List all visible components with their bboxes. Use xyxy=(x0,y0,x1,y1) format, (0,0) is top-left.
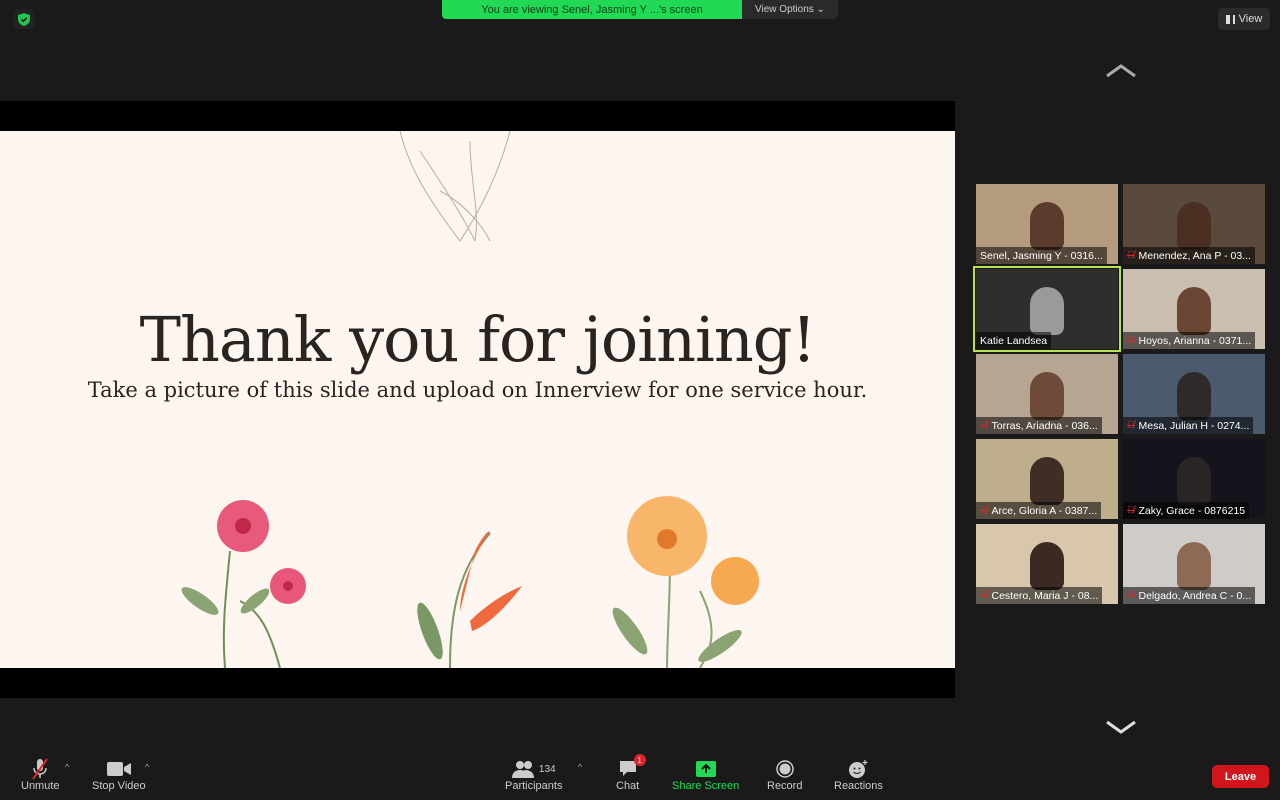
participant-count: 134 xyxy=(538,763,556,775)
view-label: View xyxy=(1238,13,1263,25)
muted-microphone-icon: 🎙̸ xyxy=(1127,590,1135,601)
chat-icon: 1 xyxy=(618,754,646,780)
chat-badge: 1 xyxy=(633,754,646,766)
participant-video xyxy=(1030,372,1064,420)
participant-name-label: Senel, Jasming Y - 0316... xyxy=(976,247,1107,264)
participant-name: Mesa, Julian H - 0274... xyxy=(1138,419,1250,432)
shared-screen: Thank you for joining! Take a picture of… xyxy=(0,101,955,698)
participant-tile[interactable]: 🎙̸ Hoyos, Arianna - 0371... xyxy=(1123,269,1265,349)
slide-subtitle: Take a picture of this slide and upload … xyxy=(87,378,868,402)
participants-button[interactable]: 134 Participants xyxy=(505,758,562,792)
participant-name: Senel, Jasming Y - 0316... xyxy=(980,249,1103,262)
reactions-label: Reactions xyxy=(834,780,883,792)
chevron-up-icon[interactable] xyxy=(1105,64,1137,78)
participant-name: Menendez, Ana P - 03... xyxy=(1138,249,1251,262)
share-screen-label: Share Screen xyxy=(672,780,740,792)
video-camera-icon xyxy=(106,758,131,780)
participant-tile[interactable]: 🎙̸ Cestero, Maria J - 08... xyxy=(976,524,1118,604)
presentation-slide: Thank you for joining! Take a picture of… xyxy=(0,131,955,668)
participant-name-label: 🎙̸ Torras, Ariadna - 036... xyxy=(976,417,1102,434)
security-shield-icon[interactable] xyxy=(14,9,34,29)
participant-tile[interactable]: 🎙̸ Arce, Gloria A - 0387... xyxy=(976,439,1118,519)
participants-icon xyxy=(511,761,534,778)
participant-tile[interactable]: 🎙̸ Zaky, Grace - 0876215 xyxy=(1123,439,1265,519)
meeting-toolbar: Unmute ^ Stop Video ^ 134 Participants ^… xyxy=(0,752,1280,800)
view-button[interactable]: View xyxy=(1218,8,1270,30)
share-screen-button[interactable]: Share Screen xyxy=(672,758,739,792)
chat-label: Chat xyxy=(616,780,640,792)
muted-microphone-icon: 🎙̸ xyxy=(1127,420,1135,431)
participant-tile[interactable]: 🎙̸ Delgado, Andrea C - 0... xyxy=(1123,524,1265,604)
participant-name-label: 🎙̸ Delgado, Andrea C - 0... xyxy=(1123,587,1256,604)
participant-video xyxy=(1177,372,1211,420)
video-options-caret[interactable]: ^ xyxy=(145,762,149,772)
participant-name-label: 🎙̸ Cestero, Maria J - 08... xyxy=(976,587,1103,604)
unmute-button[interactable]: Unmute xyxy=(21,758,60,792)
chevron-down-icon: ⌄ xyxy=(813,4,825,15)
record-label: Record xyxy=(767,780,803,792)
participants-options-caret[interactable]: ^ xyxy=(578,762,582,772)
participant-video xyxy=(1030,457,1064,505)
stop-video-label: Stop Video xyxy=(92,780,146,792)
participant-name: Torras, Ariadna - 036... xyxy=(991,419,1098,432)
participant-video xyxy=(1030,287,1064,335)
participant-name-label: 🎙̸ Zaky, Grace - 0876215 xyxy=(1123,502,1250,519)
participant-name: Zaky, Grace - 0876215 xyxy=(1138,504,1246,517)
participant-video xyxy=(1177,542,1211,590)
participant-name: Delgado, Andrea C - 0... xyxy=(1138,589,1252,602)
participant-name-label: 🎙̸ Menendez, Ana P - 03... xyxy=(1123,247,1255,264)
reactions-button[interactable]: Reactions xyxy=(834,758,883,792)
participant-tile[interactable]: 🎙̸ Mesa, Julian H - 0274... xyxy=(1123,354,1265,434)
participant-tile[interactable]: Senel, Jasming Y - 0316... xyxy=(976,184,1118,264)
participant-name: Katie Landsea xyxy=(980,334,1048,347)
unmute-label: Unmute xyxy=(21,780,60,792)
participant-tile[interactable]: Katie Landsea xyxy=(973,266,1121,352)
share-screen-icon xyxy=(695,758,716,780)
participant-video xyxy=(1030,542,1064,590)
view-options-button[interactable]: View Options ⌄ xyxy=(742,0,838,19)
participant-video xyxy=(1030,202,1064,250)
reactions-smiley-icon xyxy=(848,758,868,780)
participant-video xyxy=(1177,202,1211,250)
viewing-screen-banner: You are viewing Senel, Jasming Y ...'s s… xyxy=(442,0,742,19)
muted-microphone-icon: 🎙̸ xyxy=(980,505,988,516)
participant-video xyxy=(1177,457,1211,505)
muted-microphone-icon: 🎙̸ xyxy=(1127,335,1135,346)
grid-view-icon xyxy=(1225,14,1235,24)
record-button[interactable]: Record xyxy=(767,758,802,792)
participant-tile[interactable]: 🎙̸ Menendez, Ana P - 03... xyxy=(1123,184,1265,264)
participant-name-label: Katie Landsea xyxy=(976,332,1052,349)
view-options-label: View Options xyxy=(755,4,814,15)
muted-microphone-icon: 🎙̸ xyxy=(980,590,988,601)
slide-title: Thank you for joining! xyxy=(139,303,817,376)
participant-name-label: 🎙̸ Mesa, Julian H - 0274... xyxy=(1123,417,1254,434)
muted-microphone-icon: 🎙̸ xyxy=(980,420,988,431)
chevron-down-icon[interactable] xyxy=(1105,720,1137,734)
muted-microphone-icon xyxy=(30,758,50,780)
chat-button[interactable]: 1 Chat xyxy=(616,754,646,792)
participant-name: Arce, Gloria A - 0387... xyxy=(991,504,1098,517)
participant-tile[interactable]: 🎙̸ Torras, Ariadna - 036... xyxy=(976,354,1118,434)
participant-name-label: 🎙̸ Hoyos, Arianna - 0371... xyxy=(1123,332,1256,349)
participants-label: Participants xyxy=(505,780,563,792)
muted-microphone-icon: 🎙̸ xyxy=(1127,250,1135,261)
participant-name: Hoyos, Arianna - 0371... xyxy=(1138,334,1252,347)
participant-name: Cestero, Maria J - 08... xyxy=(991,589,1099,602)
record-icon xyxy=(775,758,794,780)
stop-video-button[interactable]: Stop Video xyxy=(92,758,146,792)
participant-video xyxy=(1177,287,1211,335)
muted-microphone-icon: 🎙̸ xyxy=(1127,505,1135,516)
participant-name-label: 🎙̸ Arce, Gloria A - 0387... xyxy=(976,502,1102,519)
leave-button[interactable]: Leave xyxy=(1212,765,1269,788)
audio-options-caret[interactable]: ^ xyxy=(65,762,69,772)
